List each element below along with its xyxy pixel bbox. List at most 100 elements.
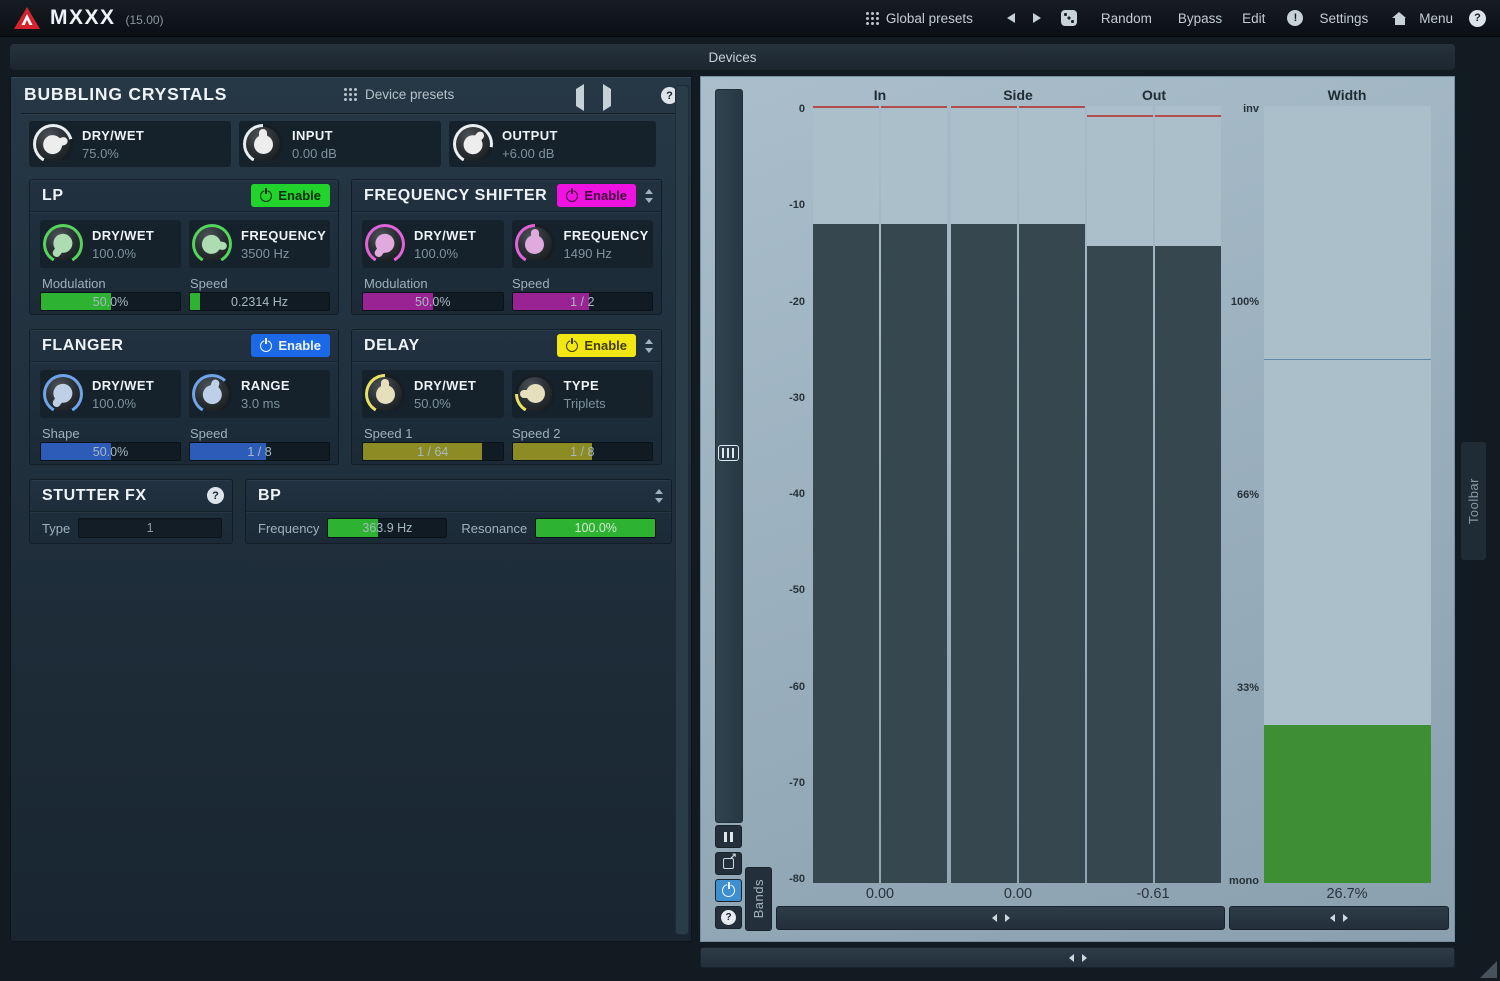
type-label: Type (42, 521, 70, 536)
bypass-button[interactable]: Bypass (1178, 11, 1222, 26)
chevron-down-icon (655, 498, 663, 503)
home-icon (1392, 12, 1407, 25)
divider (21, 113, 683, 114)
device-next-button[interactable] (603, 89, 611, 107)
width-zoom-scrollbar[interactable] (1229, 906, 1449, 930)
dry-wet-control[interactable]: DRY/WET 100.0% (362, 220, 504, 268)
menu-button[interactable]: Menu (1419, 11, 1453, 26)
section-help-button[interactable]: ? (207, 487, 224, 504)
width-scale: inv 100% 66% 33% mono (1211, 103, 1259, 887)
prev-arrow-icon (1007, 13, 1015, 23)
meter-power-button[interactable] (715, 879, 742, 902)
help-button[interactable]: ? (1469, 10, 1486, 27)
enable-button[interactable]: Enable (251, 184, 330, 207)
slider-label: Speed 2 (512, 426, 560, 441)
edit-button[interactable]: Edit (1242, 11, 1265, 26)
device-panel: BUBBLING CRYSTALS Device presets ? DRY/W… (10, 76, 692, 942)
meter-zoom-scrollbar[interactable] (776, 906, 1225, 930)
dry-wet-control[interactable]: DRY/WET 50.0% (362, 370, 504, 418)
bottom-scrollbar[interactable] (700, 947, 1455, 968)
chevron-up-icon (655, 489, 663, 494)
in-meter-bar (881, 106, 947, 883)
section-header: BP (246, 480, 671, 512)
out-meter-value: -0.61 (1136, 886, 1169, 902)
width-level-fill (1264, 725, 1431, 883)
peak-indicator (951, 106, 1017, 108)
presets-grid-icon (344, 88, 357, 101)
device-panel-scrollbar[interactable] (675, 85, 689, 935)
main-dry-wet-control[interactable]: DRY/WET 75.0% (29, 121, 231, 167)
output-control[interactable]: OUTPUT +6.00 dB (449, 121, 656, 167)
bp-resonance-slider[interactable]: 100.0% (535, 518, 656, 538)
speed-slider[interactable]: 1 / 2 (512, 292, 654, 311)
bp-frequency-slider[interactable]: 363.9 Hz (327, 518, 447, 538)
range-control[interactable]: RANGE 3.0 ms (189, 370, 330, 418)
meter-settings-icon[interactable] (718, 445, 739, 461)
enable-button[interactable]: Enable (251, 334, 330, 357)
tab-toolbar[interactable]: Toolbar (1461, 442, 1486, 560)
frequency-control[interactable]: FREQUENCY 1490 Hz (512, 220, 654, 268)
range-knob[interactable] (192, 374, 232, 414)
modulation-slider[interactable]: 50.0% (40, 292, 181, 311)
dry-wet-knob[interactable] (33, 124, 73, 164)
device-prev-button[interactable] (576, 89, 584, 107)
resize-handle[interactable] (1480, 961, 1497, 978)
fx-section-flanger: FLANGER Enable DRY/WET 100.0% RANGE 3.0 … (29, 329, 339, 465)
meter-help-button[interactable]: ? (715, 906, 742, 929)
dice-icon (1061, 10, 1077, 26)
dry-wet-knob[interactable] (365, 374, 405, 414)
stutter-type-value[interactable]: 1 (78, 518, 222, 538)
frequency-knob[interactable] (515, 224, 555, 264)
random-button[interactable]: Random (1101, 11, 1152, 26)
presets-grid-icon (866, 12, 879, 25)
type-knob[interactable] (515, 374, 555, 414)
tab-devices[interactable]: Devices (10, 44, 1455, 70)
help-icon: ? (1469, 10, 1486, 27)
frequency-knob[interactable] (192, 224, 232, 264)
input-control[interactable]: INPUT 0.00 dB (239, 121, 441, 167)
device-presets-button[interactable]: Device presets (344, 87, 454, 102)
randomize-button[interactable] (1061, 10, 1077, 26)
speed-slider[interactable]: 1 / 8 (189, 442, 330, 461)
section-title: BP (258, 487, 281, 505)
enable-button[interactable]: Enable (557, 184, 636, 207)
frequency-control[interactable]: FREQUENCY 3500 Hz (189, 220, 330, 268)
section-title: FLANGER (42, 337, 124, 355)
width-meter-bar (1264, 106, 1431, 883)
tab-bands[interactable]: Bands (745, 867, 772, 931)
dry-wet-control[interactable]: DRY/WET 100.0% (40, 370, 181, 418)
prev-arrow-icon (576, 84, 584, 111)
home-button[interactable] (1392, 12, 1407, 25)
speed1-slider[interactable]: 1 / 64 (362, 442, 504, 461)
out-meter-bar (1087, 106, 1153, 883)
enable-button[interactable]: Enable (557, 334, 636, 357)
speed-slider[interactable]: 0.2314 Hz (189, 292, 330, 311)
dry-wet-knob[interactable] (43, 224, 83, 264)
side-meter-bar (951, 106, 1017, 883)
modulation-slider[interactable]: 50.0% (362, 292, 504, 311)
input-knob[interactable] (243, 124, 283, 164)
section-stepper[interactable] (645, 189, 653, 203)
help-icon: ? (721, 910, 736, 925)
next-preset-button[interactable] (1033, 13, 1041, 23)
shape-slider[interactable]: 50.0% (40, 442, 181, 461)
dry-wet-knob[interactable] (43, 374, 83, 414)
popout-button[interactable] (715, 852, 742, 875)
meter-header-out: Out (1142, 87, 1166, 103)
global-presets-button[interactable]: Global presets (866, 11, 973, 26)
resonance-label: Resonance (461, 521, 527, 536)
pause-button[interactable] (715, 825, 742, 848)
app-title: MXXX (50, 6, 116, 30)
type-control[interactable]: TYPE Triplets (512, 370, 654, 418)
alert-button[interactable]: ! (1287, 10, 1303, 26)
output-knob[interactable] (453, 124, 493, 164)
device-title: BUBBLING CRYSTALS (24, 84, 227, 105)
speed2-slider[interactable]: 1 / 8 (512, 442, 654, 461)
in-meter-bar (813, 106, 879, 883)
dry-wet-knob[interactable] (365, 224, 405, 264)
settings-button[interactable]: Settings (1319, 11, 1368, 26)
dry-wet-control[interactable]: DRY/WET 100.0% (40, 220, 181, 268)
prev-preset-button[interactable] (1007, 13, 1015, 23)
section-stepper[interactable] (655, 489, 663, 503)
section-stepper[interactable] (645, 339, 653, 353)
